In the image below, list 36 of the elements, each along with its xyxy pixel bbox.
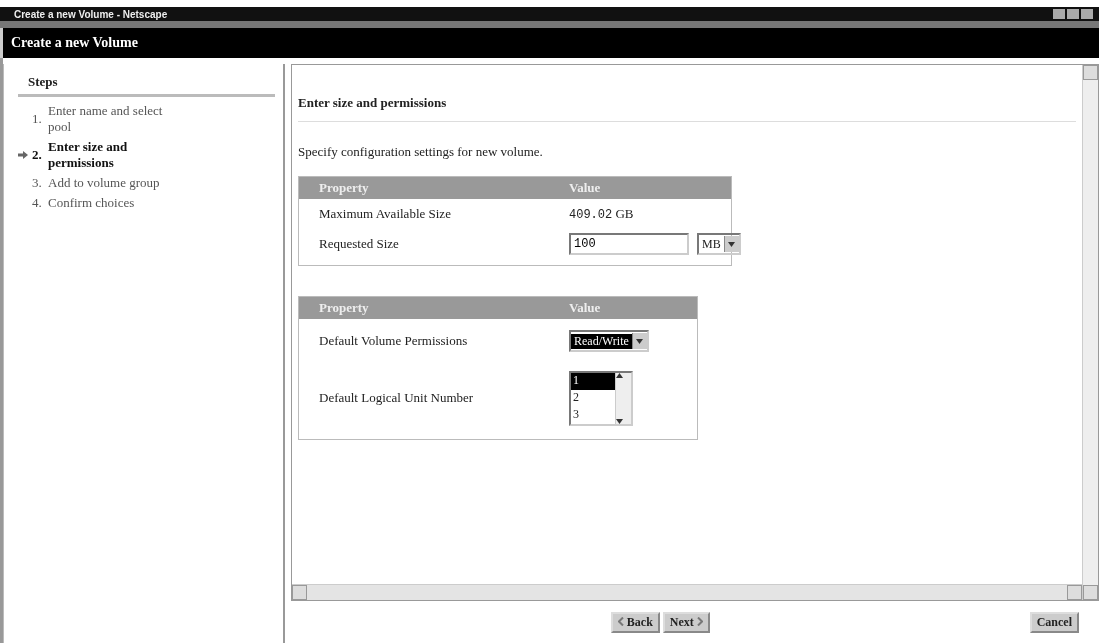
page-title: Enter size and permissions: [298, 95, 1076, 122]
property-label: Default Volume Permissions: [319, 333, 469, 349]
property-label: Maximum Available Size: [319, 206, 452, 222]
lun-listbox[interactable]: 1 2 3: [569, 370, 633, 426]
column-header: Value: [569, 300, 602, 316]
size-input[interactable]: 100: [569, 233, 689, 255]
column-header: Property: [319, 300, 370, 316]
scroll-up-icon: [616, 372, 623, 378]
scroll-down-icon: [616, 418, 623, 424]
minimize-button[interactable]: [1053, 9, 1065, 19]
back-button[interactable]: Back: [610, 611, 660, 633]
unit-dropdown[interactable]: MB: [697, 233, 741, 255]
arrow-icon: [18, 151, 28, 159]
dropdown-arrow-icon: [636, 338, 644, 344]
column-header: Property: [319, 180, 370, 196]
next-button[interactable]: Next: [662, 611, 710, 633]
window-title: Create a new Volume - Netscape: [14, 8, 168, 20]
intro-text: Specify configuration settings for new volume.: [298, 144, 544, 160]
vertical-scrollbar[interactable]: [1082, 65, 1098, 600]
header-title: Create a new Volume: [11, 35, 138, 51]
maximize-button[interactable]: [1067, 9, 1079, 19]
column-header: Value: [569, 180, 602, 196]
property-label: Default Logical Unit Number: [319, 390, 475, 406]
step-item: 3. Add to volume group: [31, 175, 161, 191]
value-text: 409.02 GB: [569, 206, 634, 222]
list-option[interactable]: 1: [571, 372, 615, 390]
chevron-right-icon: [696, 616, 703, 626]
horizontal-scrollbar[interactable]: [292, 584, 1082, 600]
cancel-button[interactable]: Cancel: [1029, 611, 1079, 633]
close-button[interactable]: [1081, 9, 1093, 19]
property-label: Requested Size: [319, 236, 400, 252]
permissions-dropdown[interactable]: Read/Write: [569, 330, 649, 352]
dropdown-arrow-icon: [728, 241, 736, 247]
step-item: 4. Confirm choices: [31, 195, 136, 211]
chevron-left-icon: [617, 616, 624, 626]
steps-heading: Steps: [18, 74, 275, 97]
